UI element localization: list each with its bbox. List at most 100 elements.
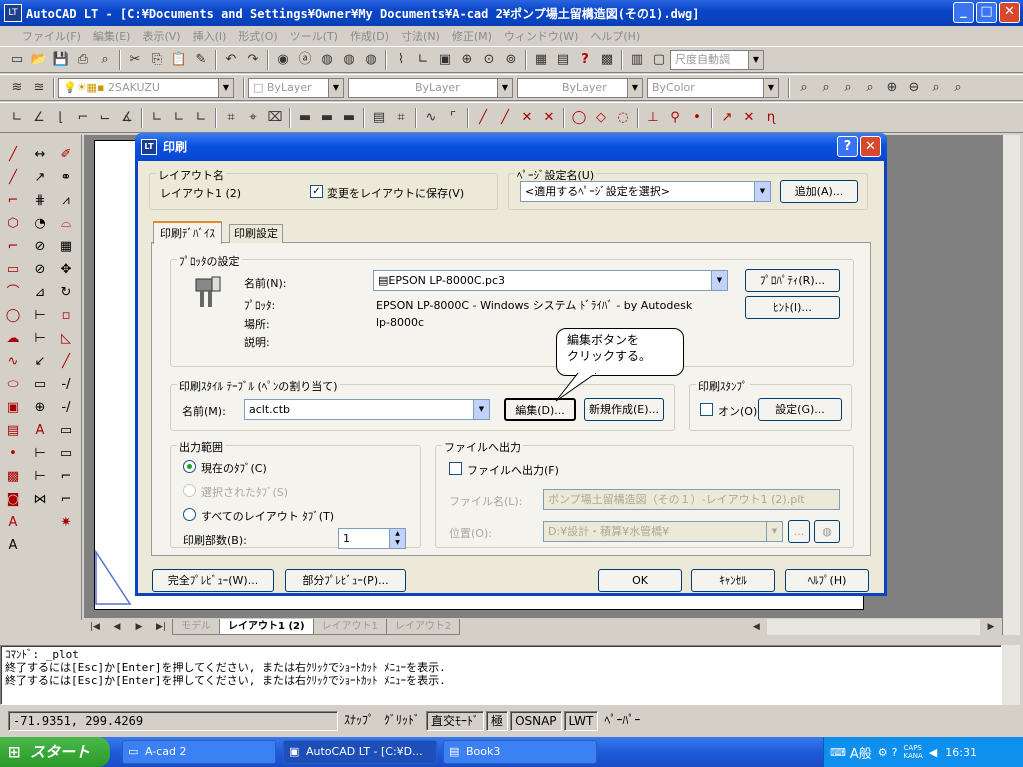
plotter-select[interactable]: ▤EPSON LP-8000C.pc3 ▼ (373, 270, 728, 291)
start-button[interactable]: ⊞ スタート (0, 737, 110, 767)
polygon-icon[interactable]: ⬡ (3, 214, 23, 234)
command-window[interactable]: ｺﾏﾝﾄﾞ: _plot 終了するには[Esc]か[Enter]を押してください… (0, 645, 1002, 705)
help-button[interactable]: ﾍﾙﾌﾟ(H) (785, 569, 869, 592)
lineweight-combo[interactable]: ByLayer ▼ (517, 77, 643, 98)
minimize-button[interactable]: _ (953, 2, 974, 23)
baseline-dim-icon[interactable]: ∟ (147, 108, 167, 128)
array-icon[interactable]: ▦ (56, 237, 76, 257)
task-folder-acad2[interactable]: ▭ A-cad 2 (122, 740, 276, 764)
grid-toggle[interactable]: ｸﾞﾘｯﾄﾞ (380, 711, 424, 731)
trim-icon[interactable]: -/ (56, 375, 76, 395)
ortho-toggle[interactable]: 直交ﾓｰﾄﾞ (426, 711, 485, 731)
maximize-button[interactable]: □ (976, 2, 997, 23)
autocad-app-icon[interactable]: LT (4, 4, 22, 22)
osnap-extension-icon[interactable]: ✕ (517, 108, 537, 128)
horizontal-scrollbar[interactable] (767, 618, 980, 635)
lengthen-icon[interactable]: ╱ (56, 352, 76, 372)
text-style-icon[interactable]: ▬ (339, 108, 359, 128)
rotate-icon[interactable]: ↻ (56, 283, 76, 303)
globe-icon[interactable]: ◍ (317, 50, 337, 70)
polyline-icon[interactable]: ⌐ (3, 191, 23, 211)
tab-last-icon[interactable]: ▶| (151, 617, 171, 637)
dialog-close-button[interactable]: ✕ (860, 136, 881, 157)
continue-dim-icon[interactable]: ∟ (169, 108, 189, 128)
dim-aligned-tool-icon[interactable]: ↗ (30, 168, 50, 188)
task-excel-book3[interactable]: ▤ Book3 (443, 740, 597, 764)
copy-tool-icon[interactable]: ⚭ (56, 168, 76, 188)
menu-insert[interactable]: 挿入(I) (193, 28, 227, 44)
pan-icon[interactable]: ▣ (435, 50, 455, 70)
task-autocad[interactable]: ▣ AutoCAD LT - [C:¥D... (283, 740, 437, 764)
osnap-center-icon[interactable]: ✕ (539, 108, 559, 128)
range-all-tabs-radio[interactable] (183, 508, 196, 521)
osnap-toggle[interactable]: OSNAP (510, 711, 562, 731)
hscroll-left-icon[interactable]: ◀ (746, 617, 766, 637)
filename-input[interactable]: ポンプ場土留構造図（その１）-レイアウト1 (2).plt (543, 489, 840, 510)
menu-tools[interactable]: ツール(T) (290, 28, 338, 44)
zoom-previous-icon[interactable]: ⊚ (501, 50, 521, 70)
dim-continue-tool-icon[interactable]: ⊢ (30, 329, 50, 349)
dimstyle-combo[interactable]: 尺度自動調 ▼ (670, 49, 764, 70)
zoom-b-icon[interactable]: ⌕ (816, 78, 836, 98)
cut-icon[interactable]: ✂ (125, 50, 145, 70)
location-select[interactable]: D:¥設計・積算¥水管橋¥ ▼ (543, 521, 783, 542)
dim-leader-tool-icon[interactable]: ↙ (30, 352, 50, 372)
osnap-endpoint-icon[interactable]: ∿ (421, 108, 441, 128)
osnap-apparent-icon[interactable]: ╱ (495, 108, 515, 128)
vertical-scrollbar[interactable] (1002, 135, 1020, 635)
dim-edit-tool-icon[interactable]: A (30, 421, 50, 441)
tab-next-icon[interactable]: ▶ (129, 617, 149, 637)
dim-baseline-tool-icon[interactable]: ⊢ (30, 306, 50, 326)
design-center-icon[interactable]: ▤ (553, 50, 573, 70)
zoom-d-icon[interactable]: ⌕ (860, 78, 880, 98)
linetype-combo[interactable]: ByLayer ▼ (348, 77, 513, 98)
browse-button[interactable]: ... (788, 520, 810, 543)
text-icon[interactable]: A (3, 536, 23, 556)
leader-icon[interactable]: ∟ (191, 108, 211, 128)
menu-view[interactable]: 表示(V) (142, 28, 180, 44)
menu-edit[interactable]: 編集(E) (93, 28, 131, 44)
diameter-dim-icon[interactable]: ⌙ (95, 108, 115, 128)
dim-angular-tool-icon[interactable]: ⊘ (30, 260, 50, 280)
copies-input[interactable]: 1 ▲ ▼ (338, 528, 406, 549)
xyz-icon[interactable]: ⌗ (391, 108, 411, 128)
tab-layout1-2[interactable]: レイアウト1 (2) (219, 618, 314, 635)
region-icon[interactable]: ◙ (3, 490, 23, 510)
paste-icon[interactable]: 📋 (169, 50, 189, 70)
osnap-tangent-icon[interactable]: ◇ (591, 108, 611, 128)
ucs-icon[interactable]: ∟ (413, 50, 433, 70)
menu-draw[interactable]: 作成(D) (350, 28, 389, 44)
point-icon[interactable]: • (3, 444, 23, 464)
block-insert-icon[interactable]: ▣ (3, 398, 23, 418)
tab-model[interactable]: モデル (172, 618, 220, 635)
osnap-settings-icon[interactable]: ɳ (761, 108, 781, 128)
mtext-icon[interactable]: ▤ (369, 108, 389, 128)
hyperlink-icon[interactable]: ◉ (273, 50, 293, 70)
menu-file[interactable]: ファイル(F) (22, 28, 81, 44)
pline-icon[interactable]: ⌐ (3, 237, 23, 257)
range-current-tab-radio[interactable] (183, 460, 196, 473)
tray-keyboard-icon[interactable]: ⌨ (830, 746, 846, 759)
dim-style-tool-icon[interactable]: ⋈ (30, 490, 50, 510)
text-edit-icon[interactable]: ▬ (295, 108, 315, 128)
erase-icon[interactable]: ✐ (56, 145, 76, 165)
snap-toggle[interactable]: ｽﾅｯﾌﾟ (340, 711, 378, 731)
osnap-midpoint-icon[interactable]: ⌜ (443, 108, 463, 128)
offset-icon[interactable]: ⌓ (56, 214, 76, 234)
ok-button[interactable]: OK (598, 569, 682, 592)
osnap-none-icon[interactable]: ↗ (717, 108, 737, 128)
make-block-icon[interactable]: ▤ (3, 421, 23, 441)
stretch-icon[interactable]: ◺ (56, 329, 76, 349)
dim-update-tool-icon[interactable]: ⊢ (30, 467, 50, 487)
radius-dim-icon[interactable]: ⌐ (73, 108, 93, 128)
layer-manager-icon[interactable]: ≋ (7, 78, 27, 98)
preview-icon[interactable]: ⌕ (95, 50, 115, 70)
zoom-window-icon[interactable]: ⊙ (479, 50, 499, 70)
tab-layout1[interactable]: レイアウト1 (312, 618, 387, 635)
open-folder-icon[interactable]: 📂 (29, 50, 49, 70)
angular-dim-icon[interactable]: ∡ (117, 108, 137, 128)
menu-format[interactable]: 形式(O) (238, 28, 277, 44)
mirror-icon[interactable]: ⩘ (56, 191, 76, 211)
rectangle-icon[interactable]: ▭ (3, 260, 23, 280)
print-icon[interactable]: ⎙ (73, 50, 93, 70)
